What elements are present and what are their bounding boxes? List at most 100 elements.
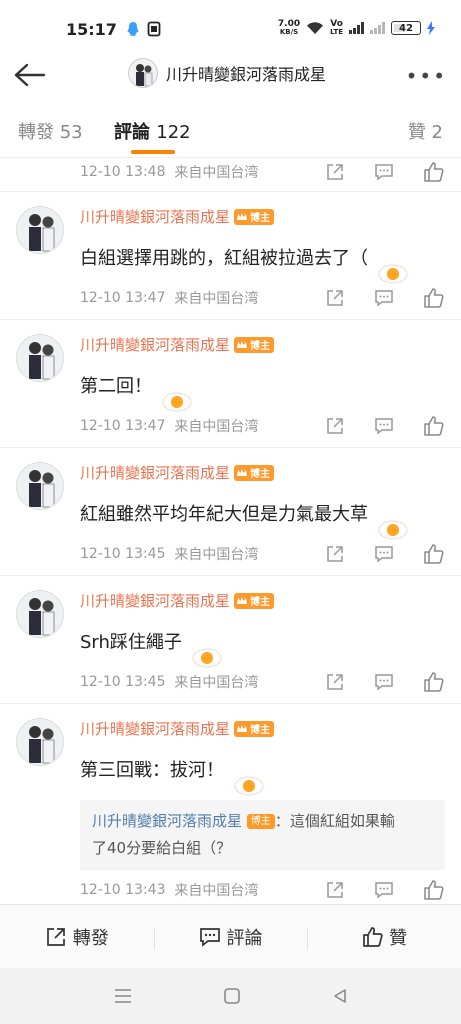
reply-icon[interactable] bbox=[372, 670, 396, 694]
comment-time: 12-10 13:43 bbox=[80, 882, 166, 898]
net-speed-unit: KB/S bbox=[279, 28, 299, 36]
reply-icon[interactable] bbox=[372, 160, 396, 184]
comment-text: Srh踩住繩子 bbox=[78, 622, 222, 668]
avatar[interactable] bbox=[16, 462, 64, 510]
comment-author[interactable]: 川升晴變銀河落雨成星 博主 bbox=[80, 590, 275, 611]
comment-author-name[interactable]: 川升晴變銀河落雨成星 bbox=[80, 334, 230, 355]
comment-item: 川升晴變銀河落雨成星 博主 第三回戰：拔河！ 川升晴變銀河落雨成星 博主 ：這個紅… bbox=[0, 704, 461, 904]
avatar[interactable] bbox=[16, 334, 64, 382]
like-label: 贊 bbox=[389, 927, 408, 949]
share-icon[interactable] bbox=[323, 542, 347, 566]
quoted-author[interactable]: 川升晴變銀河落雨成星 bbox=[92, 812, 242, 830]
volte-sub: LTE bbox=[330, 28, 343, 36]
comment-time: 12-10 13:45 bbox=[80, 674, 166, 690]
tab-repost-count: 53 bbox=[59, 122, 83, 143]
badge-label: 博主 bbox=[250, 469, 271, 480]
comment-body: 紅組雖然平均年紀大但是力氣最大草 bbox=[80, 504, 368, 525]
more-icon[interactable]: ••• bbox=[406, 64, 447, 88]
comment-location: 来自中国台湾 bbox=[174, 419, 259, 435]
back-arrow-icon[interactable] bbox=[12, 60, 46, 90]
comment-time: 12-10 13:48 bbox=[80, 164, 166, 180]
repost-label: 轉發 bbox=[72, 927, 109, 949]
share-icon[interactable] bbox=[323, 160, 347, 184]
header-user[interactable]: 川升晴變銀河落雨成星 bbox=[128, 58, 326, 88]
home-icon[interactable] bbox=[223, 987, 241, 1005]
comment-time: 12-10 13:47 bbox=[80, 290, 166, 306]
comment-author[interactable]: 川升晴變銀河落雨成星 博主 bbox=[80, 718, 275, 739]
comment-meta: 12-10 13:48 来自中国台湾 bbox=[80, 158, 461, 186]
reply-icon[interactable] bbox=[372, 286, 396, 310]
battery-level: 42 bbox=[399, 22, 413, 34]
like-icon[interactable] bbox=[421, 414, 445, 438]
comment-location: 来自中国台湾 bbox=[174, 291, 259, 307]
tab-comments[interactable]: 評論 122 bbox=[114, 118, 191, 144]
like-icon[interactable] bbox=[421, 286, 445, 310]
crown-icon bbox=[237, 468, 248, 476]
share-icon[interactable] bbox=[323, 670, 347, 694]
battery-icon: 42 bbox=[391, 21, 421, 35]
like-button[interactable]: 贊 bbox=[307, 924, 461, 950]
comment-author[interactable]: 川升晴變銀河落雨成星 博主 bbox=[80, 462, 275, 483]
back-icon[interactable] bbox=[331, 987, 349, 1005]
avatar[interactable] bbox=[16, 206, 64, 254]
share-icon[interactable] bbox=[323, 414, 347, 438]
comment-list[interactable]: 12-10 13:48 来自中国台湾 川升晴變銀河落雨成星 博主 白組選擇用跳的… bbox=[0, 158, 461, 904]
badge-label: 博主 bbox=[250, 213, 271, 224]
reply-icon[interactable] bbox=[372, 414, 396, 438]
comment-author-name[interactable]: 川升晴變銀河落雨成星 bbox=[80, 718, 230, 739]
thumbs-up-icon bbox=[363, 926, 383, 947]
badge-label: 博主 bbox=[250, 341, 271, 352]
comment-time: 12-10 13:47 bbox=[80, 418, 166, 434]
avatar[interactable] bbox=[16, 590, 64, 638]
badge-label: 博主 bbox=[250, 597, 271, 608]
repost-button[interactable]: 轉發 bbox=[0, 924, 154, 950]
comment-location: 来自中国台湾 bbox=[174, 883, 259, 899]
like-icon[interactable] bbox=[421, 542, 445, 566]
comment-meta: 12-10 13:45 来自中国台湾 bbox=[80, 540, 461, 568]
quoted-separator: ： bbox=[274, 812, 290, 830]
comment-text: 第三回戰：拔河！ bbox=[78, 750, 264, 796]
repost-icon bbox=[46, 927, 65, 946]
comment-item: 川升晴變銀河落雨成星 博主 Srh踩住繩子 12-10 13:45 来自中国台湾 bbox=[0, 576, 461, 704]
share-icon[interactable] bbox=[323, 878, 347, 902]
tab-likes-count: 2 bbox=[431, 122, 443, 143]
signal-2-icon bbox=[370, 22, 385, 34]
like-icon[interactable] bbox=[421, 670, 445, 694]
comment-text: 紅組雖然平均年紀大但是力氣最大草 bbox=[78, 494, 408, 540]
avatar[interactable] bbox=[16, 718, 64, 766]
reply-icon[interactable] bbox=[372, 878, 396, 902]
reply-icon[interactable] bbox=[372, 542, 396, 566]
comment-item: 川升晴變銀河落雨成星 博主 白組選擇用跳的，紅組被拉過去了（ 12-10 13:… bbox=[0, 192, 461, 320]
volte-label: Vo bbox=[330, 19, 343, 29]
share-icon[interactable] bbox=[323, 286, 347, 310]
comment-meta: 12-10 13:45 来自中国台湾 bbox=[80, 668, 461, 696]
comment-item: 川升晴變銀河落雨成星 博主 第二回！ 12-10 13:47 来自中国台湾 bbox=[0, 320, 461, 448]
signal-icon bbox=[349, 22, 364, 34]
status-bar: 15:17 7.00 KB/S Vo LTE 42 bbox=[0, 0, 461, 58]
comment-button[interactable]: 評論 bbox=[153, 924, 308, 950]
comment-author[interactable]: 川升晴變銀河落雨成星 博主 bbox=[80, 334, 275, 355]
tab-repost[interactable]: 轉發 53 bbox=[18, 118, 83, 144]
comment-body: 第二回！ bbox=[80, 376, 152, 397]
comment-author-name[interactable]: 川升晴變銀河落雨成星 bbox=[80, 590, 230, 611]
tab-likes[interactable]: 贊 2 bbox=[408, 118, 443, 144]
menu-icon[interactable] bbox=[113, 987, 133, 1005]
crown-icon bbox=[237, 724, 248, 732]
fried-egg-icon bbox=[192, 648, 222, 668]
like-icon[interactable] bbox=[421, 160, 445, 184]
fried-egg-icon bbox=[378, 520, 408, 540]
comment-author[interactable]: 川升晴變銀河落雨成星 博主 bbox=[80, 206, 275, 227]
charging-icon bbox=[427, 21, 435, 35]
comment-author-name[interactable]: 川升晴變銀河落雨成星 bbox=[80, 206, 230, 227]
post-tabs: 轉發 53 評論 122 贊 2 bbox=[0, 98, 461, 158]
tab-comments-count: 122 bbox=[156, 122, 191, 143]
comment-time: 12-10 13:45 bbox=[80, 546, 166, 562]
author-badge: 博主 bbox=[234, 592, 275, 609]
comment-icon bbox=[199, 927, 220, 947]
fried-egg-icon bbox=[162, 392, 192, 412]
comment-author-name[interactable]: 川升晴變銀河落雨成星 bbox=[80, 462, 230, 483]
header-avatar[interactable] bbox=[128, 58, 158, 88]
like-icon[interactable] bbox=[421, 878, 445, 902]
quoted-reply[interactable]: 川升晴變銀河落雨成星 博主 ：這個紅組如果輸 了40分要給白組（？ bbox=[80, 800, 445, 870]
comment-meta: 12-10 13:47 来自中国台湾 bbox=[80, 412, 461, 440]
